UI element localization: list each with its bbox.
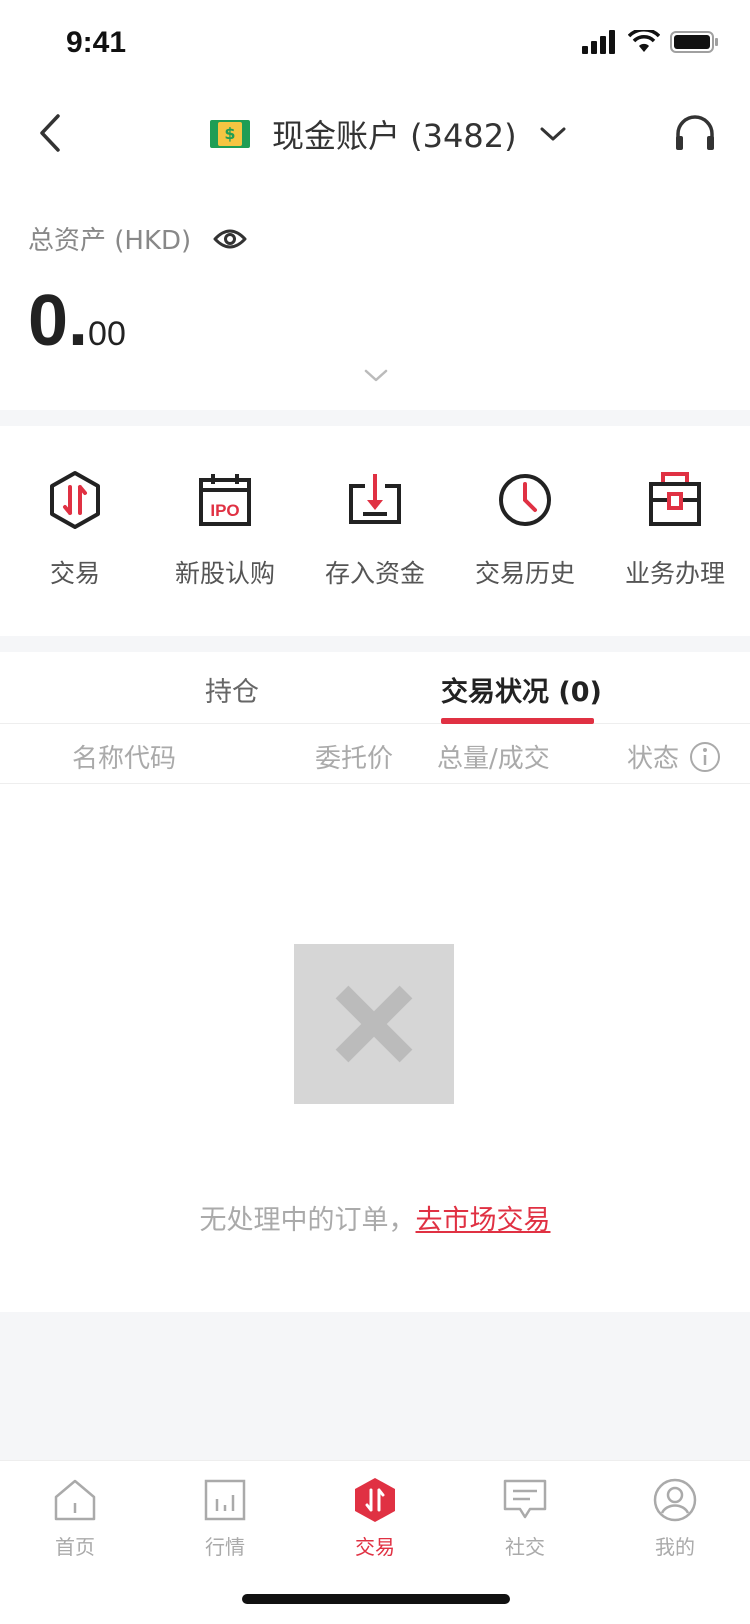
- chat-icon: [503, 1479, 547, 1519]
- total-assets-decimal: 00: [88, 315, 126, 353]
- orders-table-header: 名称代码 委托价 总量/成交 状态: [0, 724, 750, 784]
- account-label: 现金账户 (3482): [272, 117, 517, 155]
- tabbar-item-home[interactable]: 首页: [0, 1461, 150, 1624]
- ipo-calendar-icon: IPO: [199, 474, 251, 526]
- total-assets-integer: 0.: [28, 281, 89, 361]
- quick-actions: 交易 IPO 新股认购 存入资金 交易历史 业务办理: [0, 426, 750, 636]
- total-assets-label: 总资产 (HKD): [28, 226, 192, 256]
- market-chart-icon: [204, 1479, 246, 1521]
- trade-hexagon-icon: [355, 1478, 395, 1522]
- section-divider: [0, 410, 750, 426]
- tabbar-item-profile[interactable]: 我的: [600, 1461, 750, 1624]
- tabbar-label: 首页: [55, 1535, 95, 1559]
- column-order-price: 委托价: [315, 744, 394, 774]
- headset-icon[interactable]: [670, 108, 720, 158]
- section-divider: [0, 636, 750, 652]
- clock-icon: [499, 474, 551, 526]
- home-indicator[interactable]: [242, 1594, 510, 1604]
- expand-chevron-icon[interactable]: [363, 368, 389, 384]
- empty-message-text: 无处理中的订单，: [199, 1205, 416, 1236]
- account-switcher[interactable]: 现金账户 (3482): [210, 106, 567, 162]
- home-icon: [54, 1479, 96, 1521]
- tabbar-label: 我的: [655, 1535, 695, 1559]
- battery-icon: [670, 31, 718, 53]
- status-time: 9:41: [66, 26, 127, 59]
- empty-placeholder-image: [294, 944, 454, 1104]
- tabbar-label: 社交: [505, 1535, 545, 1559]
- quick-action-label: 交易历史: [474, 559, 575, 588]
- background-fill: [0, 1312, 750, 1460]
- cash-account-flag-icon: [210, 120, 250, 148]
- trade-hexagon-icon: [50, 471, 100, 529]
- total-assets-value: 0.00: [28, 280, 126, 362]
- quick-action-ipo[interactable]: IPO 新股认购: [150, 426, 300, 636]
- tab-holdings[interactable]: 持仓: [205, 670, 259, 709]
- deposit-icon: [349, 474, 401, 524]
- column-name-code: 名称代码: [72, 744, 177, 774]
- go-trade-link[interactable]: 去市场交易: [416, 1205, 551, 1236]
- quick-action-services[interactable]: 业务办理: [600, 426, 750, 636]
- column-status: 状态: [627, 738, 721, 775]
- empty-message: 无处理中的订单，去市场交易: [0, 1198, 750, 1237]
- eye-icon[interactable]: [213, 227, 247, 251]
- quick-action-label: 新股认购: [174, 559, 275, 588]
- status-icons: [582, 30, 720, 54]
- tab-orders[interactable]: 交易状况 (0): [441, 670, 602, 709]
- quick-action-trade[interactable]: 交易: [0, 426, 150, 636]
- back-arrow-icon[interactable]: [30, 108, 80, 158]
- tabbar-label: 交易: [355, 1535, 395, 1559]
- total-assets-label-row: 总资产 (HKD): [28, 220, 247, 257]
- chevron-down-icon: [540, 127, 566, 141]
- quick-action-label: 交易: [49, 559, 100, 588]
- close-icon: [335, 985, 413, 1063]
- quick-action-label: 存入资金: [324, 559, 425, 588]
- quick-action-deposit[interactable]: 存入资金: [300, 426, 450, 636]
- info-icon[interactable]: [689, 741, 721, 773]
- total-assets-section: 总资产 (HKD) 0.00: [0, 180, 750, 410]
- wifi-icon: [628, 30, 660, 52]
- tabbar-label: 行情: [205, 1535, 245, 1559]
- position-tabs: 持仓 交易状况 (0): [0, 652, 750, 724]
- profile-icon: [653, 1478, 697, 1522]
- quick-action-history[interactable]: 交易历史: [450, 426, 600, 636]
- column-status-label: 状态: [627, 744, 680, 774]
- signal-icon: [582, 30, 615, 54]
- status-bar: 9:41: [0, 0, 750, 88]
- svg-text:IPO: IPO: [210, 501, 239, 520]
- nav-bar: 现金账户 (3482): [0, 88, 750, 180]
- quick-action-label: 业务办理: [624, 559, 725, 588]
- briefcase-icon: [649, 472, 701, 526]
- column-quantity-filled: 总量/成交: [437, 744, 550, 774]
- empty-state: 无处理中的订单，去市场交易: [0, 784, 750, 1312]
